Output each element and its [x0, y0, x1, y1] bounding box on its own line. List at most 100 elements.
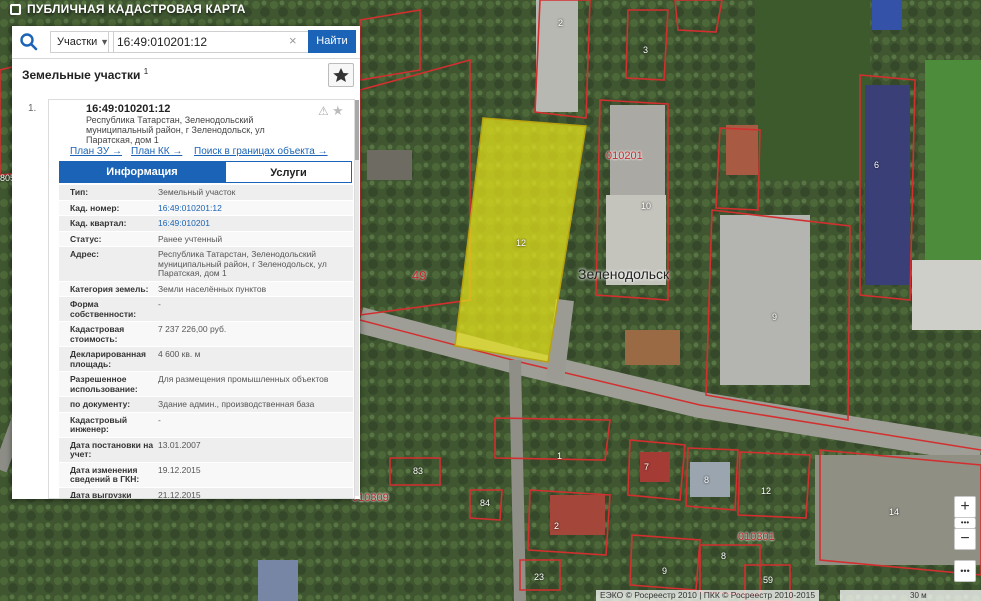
- row-value: 19.12.2015: [158, 464, 201, 475]
- row-value[interactable]: 16:49:010201:12: [155, 201, 353, 216]
- parcel-label: 9: [662, 566, 668, 576]
- zoom-out-button[interactable]: −: [954, 528, 976, 550]
- quarter-label: 010201: [606, 150, 643, 162]
- favorite-button[interactable]: [328, 63, 354, 87]
- row-key: Категория земель:: [70, 283, 149, 294]
- row-value: 13.01.2007: [158, 439, 201, 450]
- row-key: Кадастровый инженер:: [70, 414, 128, 434]
- table-row: Разрешенное использование: Для размещения…: [59, 371, 353, 396]
- row-key: Форма собственности:: [70, 299, 137, 319]
- parcel-links: План ЗУ → План КК → Поиск в границах объ…: [49, 146, 354, 160]
- parcel-label: 84: [480, 498, 491, 508]
- row-value: 4 600 кв. м: [158, 349, 201, 359]
- row-value: -: [158, 414, 161, 425]
- table-row: Форма собственности: -: [59, 296, 353, 321]
- find-button[interactable]: Найти: [308, 30, 356, 53]
- search-row: Участки ▼ 16:49:010201:12 × Найти: [12, 26, 360, 59]
- parcel-label: 1: [557, 451, 563, 461]
- plan-zu-link[interactable]: План ЗУ →: [70, 146, 122, 157]
- building: [367, 150, 412, 180]
- search-icon[interactable]: [18, 31, 40, 53]
- building: [690, 462, 730, 497]
- zoom-more-button[interactable]: •••: [954, 518, 976, 528]
- stadium-field: [755, 0, 870, 180]
- parcel-label: 9: [772, 312, 778, 322]
- town-label: Зеленодольск: [578, 266, 670, 282]
- scrollbar[interactable]: [355, 100, 359, 496]
- row-key: Кад. квартал:: [70, 218, 127, 228]
- map-credits: ЕЭКО © Росреестр 2010 | ПКК © Росреестр …: [596, 590, 820, 601]
- scale-label: 30 м: [910, 591, 927, 600]
- tab-info[interactable]: Информация: [59, 161, 225, 183]
- parcel-label: 2: [558, 18, 564, 28]
- building: [720, 215, 810, 385]
- scrollbar-thumb[interactable]: [355, 100, 359, 160]
- search-panel: Участки ▼ 16:49:010201:12 × Найти Земель…: [12, 26, 360, 499]
- parcel-label: 10: [641, 201, 652, 211]
- table-row: Дата постановки на учет: 13.01.2007: [59, 436, 353, 462]
- parcel-label: 8: [721, 551, 727, 561]
- parcel-label: 8: [704, 475, 710, 485]
- row-key: Статус:: [70, 233, 102, 244]
- table-row: Дата изменения сведений в ГКН: 19.12.2015: [59, 461, 353, 487]
- parcel-cad-number[interactable]: 16:49:010201:12: [86, 103, 170, 115]
- table-row: Кад. номер: 16:49:010201:12: [59, 199, 353, 216]
- row-key: Дата постановки на учет:: [70, 439, 154, 459]
- sports-ground: [912, 260, 981, 330]
- table-row: Тип: Земельный участок: [59, 184, 353, 200]
- row-key: Кад. номер:: [70, 202, 120, 213]
- warning-icon[interactable]: ⚠: [318, 104, 329, 118]
- parcel-label: 23: [534, 572, 545, 582]
- app-title: ПУБЛИЧНАЯ КАДАСТРОВАЯ КАРТА: [27, 2, 246, 16]
- info-table: Тип: Земельный участок Кад. номер: 16:49:01…: [59, 184, 353, 499]
- row-value: Для размещения промышленных объектов: [158, 374, 329, 384]
- plan-kk-link[interactable]: План КК →: [131, 146, 182, 157]
- row-value[interactable]: 16:49:010201: [155, 216, 353, 231]
- parcel-label: 12: [761, 486, 772, 496]
- parcel-card: 16:49:010201:12 ⚠ ★ Республика Татарстан…: [48, 99, 355, 499]
- tab-services[interactable]: Услуги: [225, 161, 352, 183]
- table-row: Кадастровый инженер: -: [59, 411, 353, 437]
- row-value: 7 237 226,00 руб.: [158, 324, 227, 334]
- stadium-stand: [865, 85, 910, 285]
- results-header: Земельные участки 1: [12, 59, 360, 89]
- row-key: Дата выгрузки сведений из ГКН:: [70, 489, 132, 499]
- building: [258, 560, 298, 601]
- star-icon[interactable]: ★: [332, 103, 344, 119]
- search-input[interactable]: 16:49:010201:12: [108, 31, 316, 53]
- row-key: Разрешенное использование:: [70, 374, 138, 394]
- row-key: по документу:: [70, 399, 131, 409]
- app-logo-icon: [10, 3, 21, 15]
- building: [872, 0, 902, 30]
- tabs: Информация Услуги: [59, 161, 353, 183]
- close-icon[interactable]: ×: [289, 31, 303, 51]
- table-row: Кад. квартал: 16:49:010201: [59, 215, 353, 231]
- table-row: Статус: Ранее учтенный: [59, 230, 353, 246]
- results-title-text: Земельные участки: [22, 68, 141, 82]
- zoom-in-button[interactable]: +: [954, 496, 976, 518]
- parcel-address: Республика Татарстан, Зеленодольский мун…: [86, 115, 265, 145]
- row-value: -: [158, 299, 161, 309]
- row-value: Земельный участок: [158, 187, 236, 197]
- parcel-label: 49: [412, 268, 427, 283]
- row-value: Здание админ., производственная база: [158, 399, 315, 409]
- item-index: 1.: [28, 103, 37, 114]
- building: [726, 125, 758, 175]
- parcel-label: 14: [889, 507, 900, 517]
- results-title: Земельные участки 1: [22, 67, 148, 82]
- table-row: по документу: Здание админ., производстве…: [59, 396, 353, 412]
- results-count: 1: [143, 67, 149, 76]
- parcel-label: 83: [413, 466, 424, 476]
- category-select[interactable]: Участки ▼: [50, 31, 114, 53]
- row-key: Адрес:: [70, 249, 99, 259]
- parcel-label: 7: [644, 462, 650, 472]
- parcel-label: 6: [874, 160, 880, 170]
- more-tools-button[interactable]: •••: [954, 560, 976, 582]
- sports-field: [925, 60, 981, 270]
- parcel-label: 2: [554, 521, 560, 531]
- parcel-label: 12: [516, 238, 527, 248]
- building: [536, 0, 578, 112]
- search-in-bounds-link[interactable]: Поиск в границах объекта →: [194, 146, 328, 157]
- table-row: Категория земель: Земли населённых пункто…: [59, 280, 353, 296]
- table-row: Дата выгрузки сведений из ГКН: 21.12.2015: [59, 486, 353, 499]
